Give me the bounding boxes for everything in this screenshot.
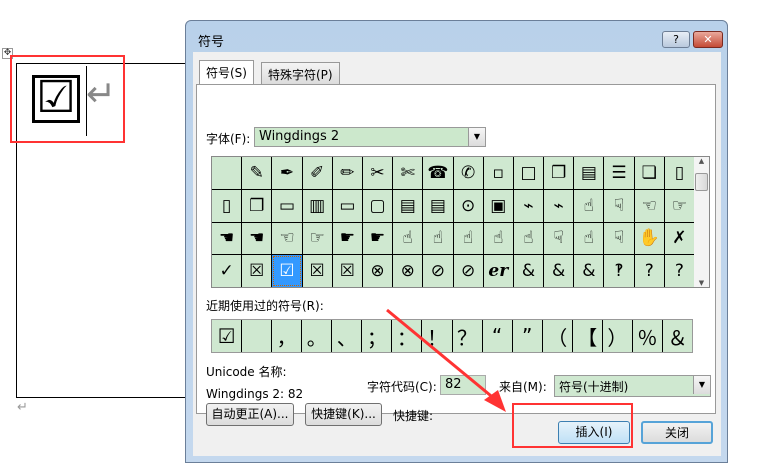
annotation-arrow <box>386 308 506 412</box>
tab-symbols[interactable]: 符号(S) <box>199 60 254 84</box>
